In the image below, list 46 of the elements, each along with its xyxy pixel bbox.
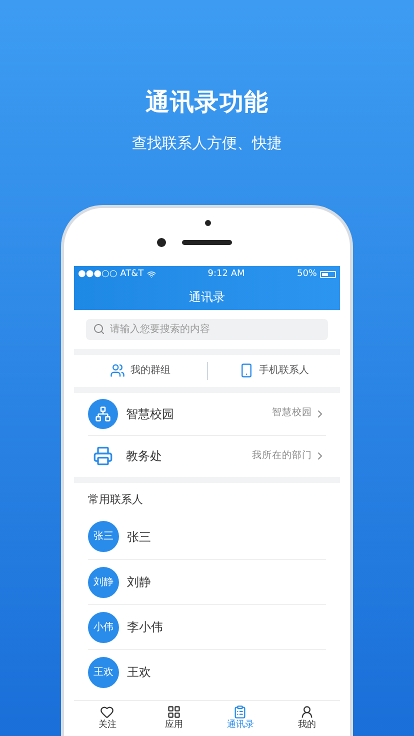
org-title: 教务处 [126,448,162,465]
battery-label: 50% [296,268,317,281]
search-placeholder: 请输入您要搜索的内容 [110,322,210,336]
person-icon [300,704,314,719]
nav-title: 通讯录 [189,288,225,306]
avatar: 张三 [88,521,119,552]
shortcut-button[interactable]: 我的群组 [74,363,206,378]
contact-name: 王欢 [127,664,151,681]
avatar: 王欢 [88,656,119,688]
contact-row[interactable]: 刘静 刘静 [88,559,326,604]
wifi-icon [146,270,156,279]
hero-subtitle: 查找联系人方便、快捷 [132,133,282,154]
contact-name: 李小伟 [127,619,163,636]
heart-icon [100,704,114,719]
contact-row[interactable]: 张三 张三 [88,514,326,559]
speaker-grille [182,240,232,244]
printer-icon [93,446,113,466]
hero-title: 通讯录功能 [146,87,268,118]
phone-icon [238,363,254,378]
tab-bar-item[interactable]: 我的 [274,701,340,736]
avatar: 刘静 [88,566,119,598]
clock-label: 9:12 AM [208,268,245,281]
tab-bar-item[interactable]: 应用 [140,701,207,736]
people-icon [110,363,126,378]
contact-name: 张三 [127,528,151,546]
front-camera [205,220,211,226]
contact-row[interactable]: 王欢 王欢 [88,649,326,694]
shortcut-button[interactable]: 手机联系人 [208,363,340,378]
org-row[interactable]: 教务处 我所在的部门 [88,434,326,476]
search-icon [93,323,105,335]
carrier-label: ●●●○○ AT&T [78,268,144,281]
battery-icon [320,271,336,278]
contact-name: 刘静 [127,574,151,591]
camera-lens [157,238,166,246]
clipboard-icon [233,704,248,719]
org-chart-icon [88,398,118,428]
tab-bar-item[interactable]: 通讯录 [207,701,274,736]
org-detail: 智慧校园 [272,406,312,420]
org-title: 智慧校园 [126,406,174,422]
contact-row[interactable]: 小伟 李小伟 [88,604,326,649]
avatar: 小伟 [88,612,119,642]
org-detail: 我所在的部门 [252,448,312,463]
tab-bar-item[interactable]: 关注 [74,701,140,736]
org-row[interactable]: 智慧校园 智慧校园 [88,392,326,434]
section-title: 常用联系人 [88,492,144,508]
grid-icon [166,704,181,719]
